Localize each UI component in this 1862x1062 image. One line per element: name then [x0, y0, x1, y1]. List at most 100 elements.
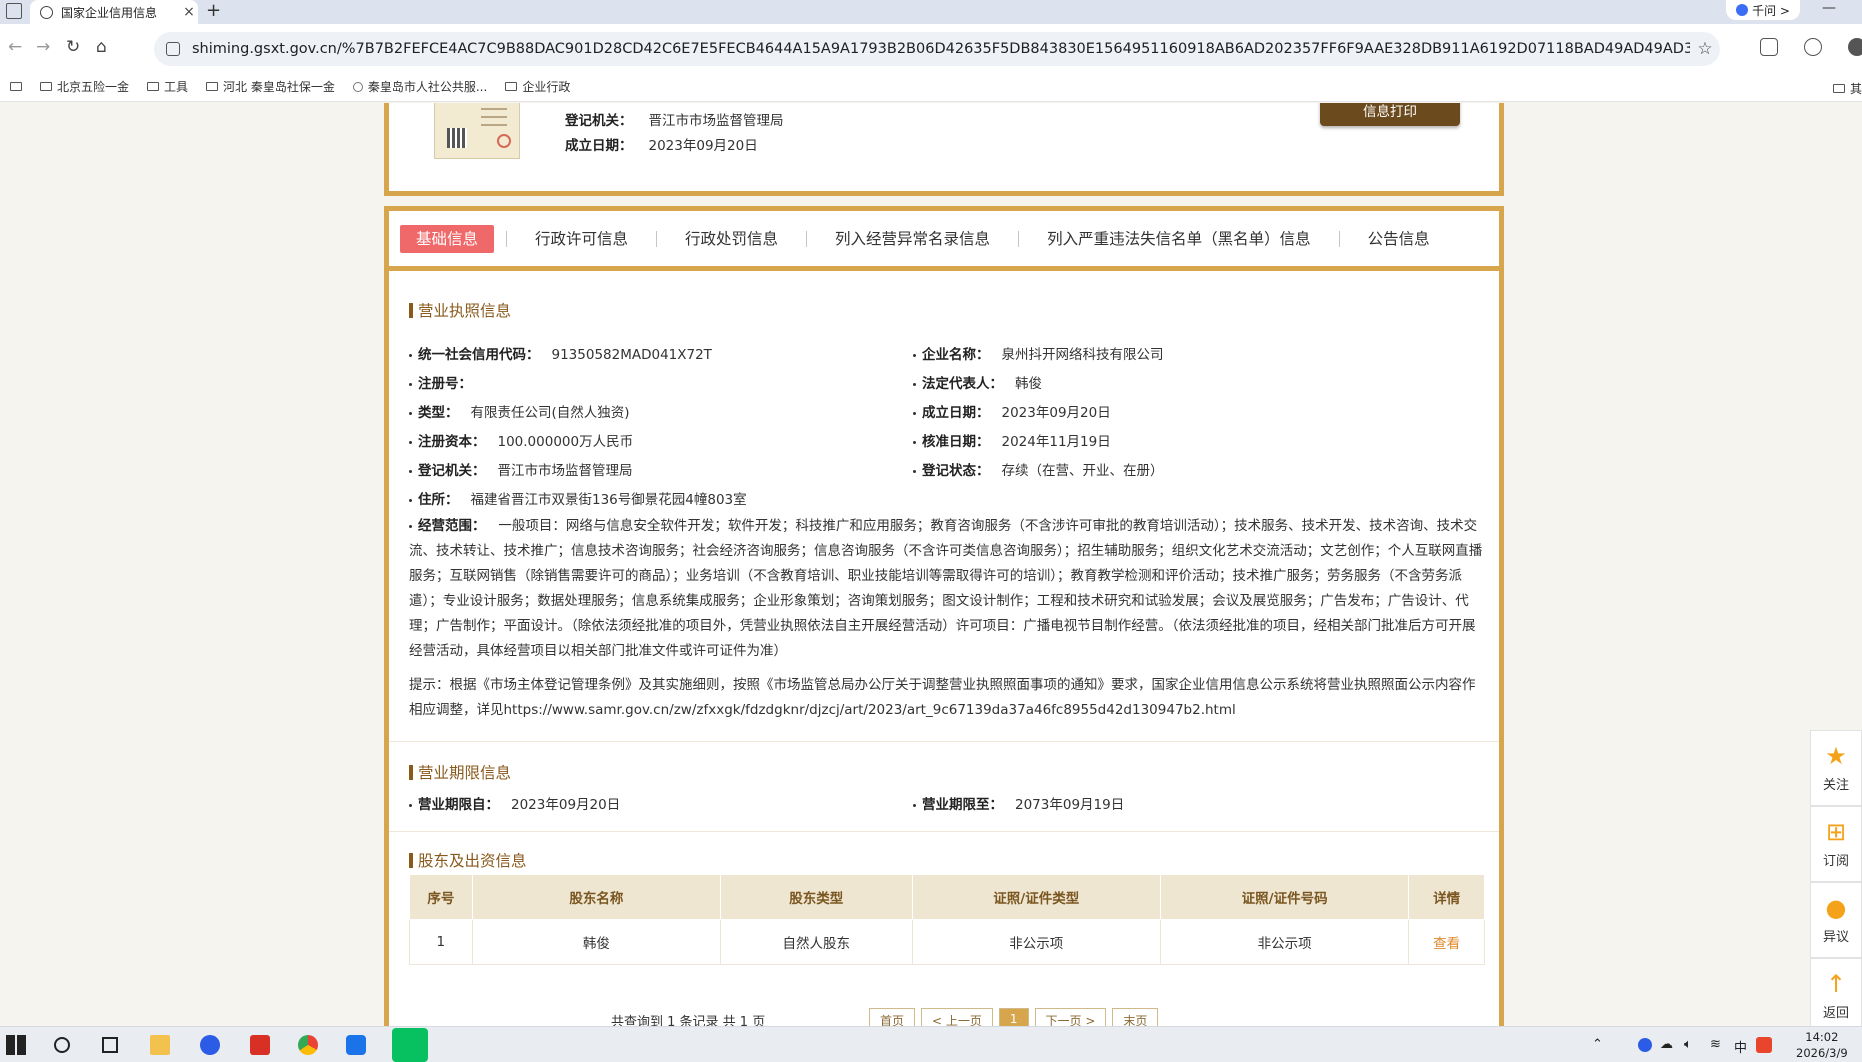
license-thumbnail[interactable] [434, 103, 520, 159]
ai-assistant-button[interactable]: 千问 > [1726, 0, 1800, 20]
tab-admin-penalty[interactable]: 行政处罚信息 [669, 225, 794, 253]
table-header-row: 序号 股东名称 股东类型 证照/证件类型 证照/证件号码 详情 [409, 874, 1485, 920]
tray-app-icon[interactable] [1638, 1038, 1652, 1052]
forward-icon[interactable]: → [36, 37, 50, 57]
profile-avatar-icon[interactable] [1848, 38, 1862, 56]
browser-app-icon[interactable] [200, 1035, 220, 1055]
site-favicon-icon [40, 5, 53, 19]
star-icon: ★ [1825, 742, 1847, 770]
back-label: 返回 [1822, 1006, 1849, 1021]
address-bar[interactable]: shiming.gsxt.gov.cn/%7B7B2FEFCE4AC7C9B88… [154, 32, 1720, 66]
tab-basic-info[interactable]: 基础信息 [400, 224, 495, 253]
next-page-button[interactable]: 下一页 > [1034, 1008, 1107, 1026]
prev-page-button[interactable]: < 上一页 [921, 1008, 993, 1026]
table-row: 1 韩俊 自然人股东 非公示项 非公示项 查看 [409, 919, 1485, 965]
task-view-icon[interactable] [102, 1037, 118, 1053]
company-header-card: 登记机关： 晋江市市场监督管理局 成立日期： 2023年09月20日 信息打印 [384, 103, 1504, 196]
apps-icon[interactable] [10, 82, 22, 91]
chrome-icon[interactable] [298, 1035, 318, 1055]
home-icon[interactable]: ⌂ [96, 37, 107, 57]
globe-icon [352, 81, 363, 92]
section-title-license: 营业执照信息 [409, 299, 511, 321]
bookmark-star-icon[interactable]: ☆ [1690, 39, 1720, 59]
tab-search-icon[interactable] [6, 3, 22, 19]
comment-icon: ● [1825, 894, 1847, 922]
window-minimize-icon[interactable]: — [1822, 0, 1836, 16]
field-reg-no: 注册号： [409, 372, 484, 392]
divider [389, 831, 1499, 832]
cell-index: 1 [409, 919, 473, 965]
wechat-icon[interactable] [392, 1028, 428, 1062]
url-text[interactable]: shiming.gsxt.gov.cn/%7B7B2FEFCE4AC7C9B88… [192, 41, 1690, 57]
view-detail-link[interactable]: 查看 [1408, 919, 1485, 965]
objection-button[interactable]: ● 异议 [1810, 882, 1862, 958]
wifi-icon[interactable]: ≋ [1710, 1037, 1721, 1052]
field-term-from: 营业期限自： 2023年09月20日 [409, 793, 620, 813]
start-menu-icon[interactable] [6, 1035, 26, 1055]
search-icon[interactable] [54, 1037, 70, 1053]
site-info-icon[interactable] [166, 42, 180, 56]
bookmark-item[interactable]: 北京五险一金 [40, 78, 129, 95]
tab-announcements[interactable]: 公告信息 [1352, 225, 1446, 253]
bookmark-label: 工具 [164, 80, 189, 94]
tray-cloud-icon[interactable]: ☁ [1660, 1037, 1673, 1052]
bookmark-item[interactable]: 河北 秦皇岛社保一金 [206, 78, 335, 95]
bookmark-item[interactable]: 工具 [147, 78, 188, 95]
seal-icon [497, 134, 511, 148]
bookmark-item[interactable]: 企业行政 [505, 78, 570, 95]
tab-close-icon[interactable]: × [180, 4, 198, 20]
tray-expand-icon[interactable]: ⌃ [1592, 1037, 1603, 1052]
system-clock[interactable]: 14:02 2026/3/9 [1796, 1029, 1848, 1061]
tab-admin-license[interactable]: 行政许可信息 [519, 225, 644, 253]
folder-icon [505, 82, 518, 91]
records-summary: 共查询到 1 条记录 共 1 页 [611, 1015, 766, 1026]
col-header-id-type: 证照/证件类型 [911, 874, 1161, 920]
bookmark-label: 秦皇岛市人社公共服... [367, 80, 488, 94]
extensions-icon[interactable] [1760, 38, 1778, 56]
clock-time: 14:02 [1805, 1030, 1839, 1044]
folder-icon [40, 82, 52, 91]
input-method[interactable]: 中 [1734, 1037, 1747, 1056]
tab-abnormal-list[interactable]: 列入经营异常名录信息 [819, 225, 1006, 253]
tab-strip: 国家企业信用信息 × + 千问 > — [0, 0, 1862, 24]
field-authority: 登记机关： 晋江市市场监督管理局 [409, 459, 633, 479]
back-icon[interactable]: ← [8, 37, 22, 57]
file-explorer-icon[interactable] [150, 1035, 170, 1055]
subscribe-button[interactable]: ⊞ 订阅 [1810, 806, 1862, 882]
subscribe-icon: ⊞ [1825, 818, 1847, 846]
section-title-term: 营业期限信息 [409, 761, 511, 783]
other-bookmarks[interactable]: 其 [1832, 80, 1862, 97]
page-number-button[interactable]: 1 [998, 1008, 1029, 1026]
header-authority: 登记机关： 晋江市市场监督管理局 [565, 113, 784, 129]
bookmark-label: 河北 秦皇岛社保一金 [223, 80, 335, 94]
browser-tab[interactable]: 国家企业信用信息 × [30, 0, 198, 24]
back-to-top-button[interactable]: ↑ 返回 [1810, 958, 1862, 1026]
volume-icon[interactable]: 🔈︎ [1684, 1037, 1692, 1052]
wps-icon[interactable] [250, 1035, 270, 1055]
history-icon[interactable] [1804, 38, 1822, 56]
tray-red-app-icon[interactable] [1756, 1037, 1772, 1053]
tab-blacklist[interactable]: 列入严重违法失信名单（黑名单）信息 [1031, 225, 1327, 253]
last-page-button[interactable]: 末页 [1112, 1008, 1159, 1026]
cell-id-type: 非公示项 [911, 919, 1161, 965]
follow-button[interactable]: ★ 关注 [1810, 730, 1862, 806]
cell-id-number: 非公示项 [1159, 919, 1410, 965]
arrow-up-icon: ↑ [1825, 970, 1847, 998]
print-button[interactable]: 信息打印 [1320, 103, 1460, 126]
field-credit-code: 统一社会信用代码： 91350582MAD041X72T [409, 343, 712, 363]
folder-icon [206, 82, 219, 91]
field-company-name: 企业名称： 泉州抖开网络科技有限公司 [913, 343, 1164, 363]
bookmarks-bar: 北京五险一金 工具 河北 秦皇岛社保一金 秦皇岛市人社公共服... 企业行政 [0, 72, 1862, 102]
floating-sidebar: ★ 关注 ⊞ 订阅 ● 异议 ↑ 返回 [1810, 730, 1862, 1026]
app-icon[interactable] [346, 1035, 366, 1055]
bookmark-item[interactable]: 秦皇岛市人社公共服... [352, 78, 488, 95]
divider [389, 741, 1499, 742]
new-tab-button[interactable]: + [206, 0, 221, 22]
first-page-button[interactable]: 首页 [869, 1008, 916, 1026]
col-header-type: 股东类型 [720, 874, 913, 920]
reload-icon[interactable]: ↻ [66, 37, 80, 57]
col-header-name: 股东名称 [471, 874, 722, 920]
shareholders-table: 序号 股东名称 股东类型 证照/证件类型 证照/证件号码 详情 1 韩俊 自然人… [409, 874, 1485, 965]
bookmark-label: 其 [1849, 82, 1862, 96]
field-approval-date: 核准日期： 2024年11月19日 [913, 430, 1111, 450]
